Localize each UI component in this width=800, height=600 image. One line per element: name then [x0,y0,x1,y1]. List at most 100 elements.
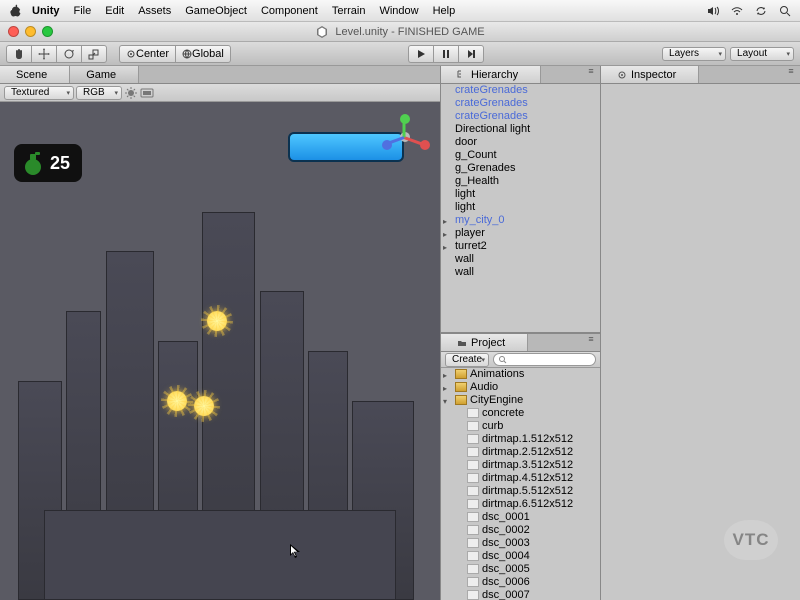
volume-icon[interactable] [706,4,720,18]
menu-file[interactable]: File [74,5,92,17]
project-item-label: dirtmap.3.512x512 [482,459,573,471]
tab-inspector[interactable]: Inspector [601,66,699,83]
panel-menu-icon[interactable]: ≡ [586,334,596,351]
project-search[interactable] [493,353,596,366]
hierarchy-item[interactable]: wall [441,266,600,279]
scene-lighting-toggle[interactable] [124,86,138,100]
project-item[interactable]: dirtmap.3.512x512 [441,459,600,472]
layers-dropdown[interactable]: Layers [662,47,726,61]
sync-icon[interactable] [754,4,768,18]
scene-light-gizmo-icon[interactable] [207,311,227,331]
panel-menu-icon[interactable]: ≡ [786,66,796,83]
game-overlay-toggle[interactable] [140,86,154,100]
hierarchy-item[interactable]: light [441,201,600,214]
project-item[interactable]: dirtmap.1.512x512 [441,433,600,446]
hierarchy-item[interactable]: g_Count [441,149,600,162]
minimize-icon[interactable] [25,26,36,37]
file-icon [467,512,479,522]
zoom-icon[interactable] [42,26,53,37]
apple-menu-icon[interactable] [8,4,22,18]
project-item[interactable]: dirtmap.5.512x512 [441,485,600,498]
project-item[interactable]: ▾CityEngine [441,394,600,407]
menu-assets[interactable]: Assets [138,5,171,17]
folder-icon [455,382,467,392]
tab-project[interactable]: Project [441,334,528,351]
hierarchy-list[interactable]: crateGrenadescrateGrenadescrateGrenadesD… [441,84,600,332]
hierarchy-item[interactable]: ▸my_city_0 [441,214,600,227]
grenade-icon [22,150,44,176]
window-titlebar[interactable]: Level.unity - FINISHED GAME [0,22,800,42]
tab-hierarchy[interactable]: Hierarchy [441,66,541,83]
scene-light-gizmo-icon[interactable] [194,396,214,416]
menu-component[interactable]: Component [261,5,318,17]
project-item[interactable]: dsc_0004 [441,550,600,563]
panel-menu-icon[interactable]: ≡ [586,66,596,83]
project-item-label: dsc_0004 [482,550,530,562]
hierarchy-item-label: Directional light [455,123,530,135]
project-item[interactable]: dsc_0001 [441,511,600,524]
folder-icon [455,369,467,379]
menu-window[interactable]: Window [379,5,418,17]
scale-tool-button[interactable] [81,45,107,63]
window-traffic-lights[interactable] [8,26,53,37]
hierarchy-item[interactable]: ▸player [441,227,600,240]
create-dropdown[interactable]: Create [445,353,489,367]
file-icon [467,408,479,418]
tab-game[interactable]: Game [70,66,139,83]
app-menu[interactable]: Unity [32,5,60,17]
hierarchy-item-label: door [455,136,477,148]
pause-button[interactable] [433,45,458,63]
hierarchy-tabs: Hierarchy ≡ [441,66,600,84]
layout-dropdown[interactable]: Layout [730,47,794,61]
hierarchy-item-label: crateGrenades [455,97,528,109]
menu-terrain[interactable]: Terrain [332,5,366,17]
play-button[interactable] [408,45,433,63]
project-item[interactable]: dsc_0007 [441,589,600,600]
step-button[interactable] [458,45,484,63]
project-item[interactable]: concrete [441,407,600,420]
project-item[interactable]: dirtmap.6.512x512 [441,498,600,511]
hierarchy-item[interactable]: g_Health [441,175,600,188]
hierarchy-item[interactable]: ▸turret2 [441,240,600,253]
scene-toolbar: Textured RGB [0,84,440,102]
scene-orientation-gizmo[interactable] [380,112,430,162]
space-mode-button[interactable]: Global [175,45,231,63]
wifi-icon[interactable] [730,4,744,18]
close-icon[interactable] [8,26,19,37]
project-list[interactable]: ▸Animations▸Audio▾CityEngineconcretecurb… [441,368,600,600]
hierarchy-item[interactable]: door [441,136,600,149]
hand-tool-button[interactable] [6,45,31,63]
project-item[interactable]: ▸Animations [441,368,600,381]
spotlight-icon[interactable] [778,4,792,18]
move-tool-button[interactable] [31,45,56,63]
project-item-label: dsc_0006 [482,576,530,588]
project-item[interactable]: dsc_0006 [441,576,600,589]
hierarchy-item[interactable]: crateGrenades [441,97,600,110]
render-mode-dropdown[interactable]: RGB [76,86,122,100]
rotate-tool-button[interactable] [56,45,81,63]
project-item[interactable]: curb [441,420,600,433]
hierarchy-item[interactable]: crateGrenades [441,110,600,123]
tab-scene[interactable]: Scene [0,66,70,83]
hierarchy-item[interactable]: g_Grenades [441,162,600,175]
file-icon [467,499,479,509]
project-item[interactable]: dirtmap.2.512x512 [441,446,600,459]
menu-help[interactable]: Help [433,5,456,17]
project-item[interactable]: dsc_0005 [441,563,600,576]
hierarchy-item[interactable]: wall [441,253,600,266]
main-toolbar: Center Global Layers Layout [0,42,800,66]
menu-edit[interactable]: Edit [105,5,124,17]
pivot-mode-button[interactable]: Center [119,45,175,63]
menu-gameobject[interactable]: GameObject [185,5,247,17]
project-item[interactable]: dirtmap.4.512x512 [441,472,600,485]
hierarchy-item[interactable]: Directional light [441,123,600,136]
project-item[interactable]: dsc_0002 [441,524,600,537]
scene-light-gizmo-icon[interactable] [167,391,187,411]
hierarchy-item[interactable]: crateGrenades [441,84,600,97]
inspector-tabs: Inspector ≡ [601,66,800,84]
hierarchy-item[interactable]: light [441,188,600,201]
scene-view[interactable]: 25 [0,102,440,600]
shading-mode-dropdown[interactable]: Textured [4,86,74,100]
project-item[interactable]: ▸Audio [441,381,600,394]
project-item[interactable]: dsc_0003 [441,537,600,550]
